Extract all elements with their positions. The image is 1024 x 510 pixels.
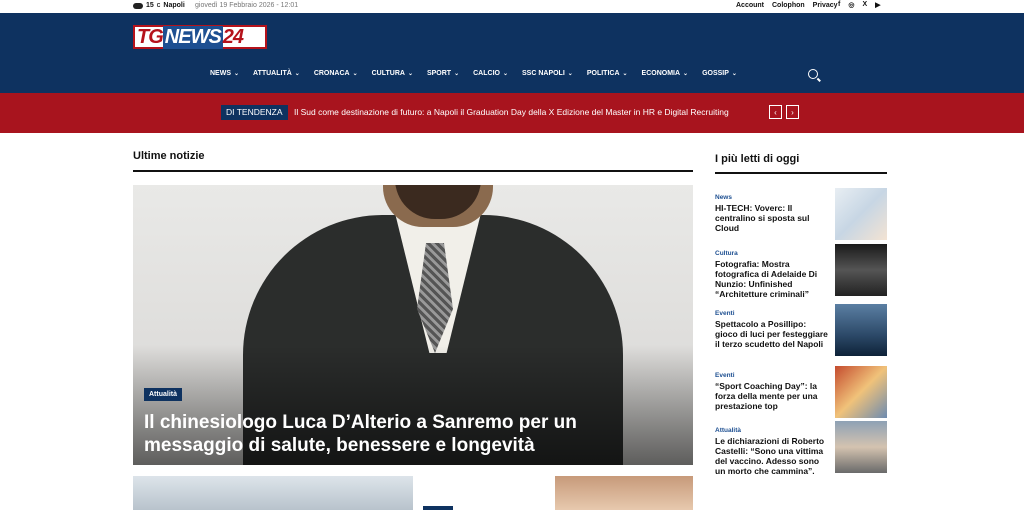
sidebar-article[interactable]: Cultura Fotografia: Mostra fotografica d…: [715, 244, 887, 304]
top-bar: 15 C Napoli giovedì 19 Febbraio 2026 - 1…: [0, 0, 1024, 13]
instagram-icon[interactable]: ◎: [848, 1, 854, 9]
nav-label: SSC NAPOLI: [522, 70, 565, 77]
logo-tg: TG: [137, 25, 164, 48]
article-thumbnail[interactable]: [133, 476, 413, 510]
top-links: Account Colophon Privacy: [736, 2, 838, 9]
chevron-down-icon: ⌄: [567, 71, 573, 77]
nav-item-economia[interactable]: ECONOMIA ⌄: [642, 70, 689, 77]
article-title[interactable]: “Sport Coaching Day”: la forza della men…: [715, 381, 831, 411]
hero-category-badge[interactable]: Attualità: [144, 388, 182, 401]
search-icon[interactable]: [808, 69, 818, 79]
article-thumbnail[interactable]: [835, 421, 887, 473]
site-header: TG NEWS 24 NEWS ⌄ ATTUALITÀ ⌄ CRONACA ⌄ CUL…: [0, 13, 1024, 93]
nav-label: ECONOMIA: [641, 70, 681, 77]
article-category[interactable]: Cultura: [715, 250, 738, 257]
nav-label: ATTUALITÀ: [253, 70, 292, 77]
article-thumbnail[interactable]: [835, 366, 887, 418]
trending-headline[interactable]: Il Sud come destinazione di futuro: a Na…: [294, 107, 729, 117]
nav-item-cultura[interactable]: CULTURA ⌄: [372, 70, 413, 77]
article-thumbnail[interactable]: [835, 244, 887, 296]
nav-item-politica[interactable]: POLITICA ⌄: [587, 70, 628, 77]
chevron-down-icon: ⌄: [502, 71, 508, 77]
nav-item-sport[interactable]: SPORT ⌄: [427, 70, 459, 77]
section-divider: [133, 170, 693, 172]
nav-item-cronaca[interactable]: CRONACA ⌄: [314, 70, 358, 77]
main-nav: NEWS ⌄ ATTUALITÀ ⌄ CRONACA ⌄ CULTURA ⌄ SPORT…: [210, 70, 751, 77]
weather-unit: C: [156, 2, 161, 9]
social-links: f ◎ X ▶: [838, 1, 881, 9]
nav-label: CULTURA: [371, 70, 405, 77]
chevron-down-icon: ⌄: [407, 71, 413, 77]
article-category[interactable]: Attualità: [715, 427, 741, 434]
article-title[interactable]: Le dichiarazioni di Roberto Castelli: “S…: [715, 436, 831, 476]
article-title[interactable]: Fotografia: Mostra fotografica di Adelai…: [715, 259, 831, 299]
sidebar-title: I più letti di oggi: [715, 153, 800, 165]
nav-label: NEWS: [210, 70, 231, 77]
article-thumbnail[interactable]: [835, 304, 887, 356]
logo-news: NEWS: [162, 25, 223, 49]
nav-item-ssc-napoli[interactable]: SSC NAPOLI ⌄: [522, 70, 573, 77]
trending-label: DI TENDENZA: [221, 105, 288, 120]
sidebar-article[interactable]: News HI-TECH: Voverc: Il centralino si s…: [715, 188, 887, 248]
x-icon[interactable]: X: [862, 1, 867, 9]
sidebar-article[interactable]: Attualità Le dichiarazioni di Roberto Ca…: [715, 421, 887, 481]
weather-city: Napoli: [163, 2, 185, 9]
cloud-icon: [133, 2, 143, 9]
facebook-icon[interactable]: f: [838, 1, 840, 9]
site-logo[interactable]: TG NEWS 24: [133, 25, 267, 49]
article-category[interactable]: News: [715, 194, 732, 201]
trending-prev-button[interactable]: ‹: [769, 105, 782, 119]
sidebar-divider: [715, 172, 887, 174]
article-title[interactable]: Spettacolo a Posillipo: gioco di luci pe…: [715, 319, 831, 349]
hero-headline[interactable]: Il chinesiologo Luca D’Alterio a Sanremo…: [144, 411, 664, 457]
weather-widget: 15 C Napoli: [133, 2, 185, 9]
logo-24: 24: [222, 25, 244, 48]
article-category[interactable]: Eventi: [715, 310, 735, 317]
nav-label: CALCIO: [473, 70, 500, 77]
account-link[interactable]: Account: [736, 2, 764, 9]
nav-label: CRONACA: [313, 70, 350, 77]
nav-label: POLITICA: [586, 70, 620, 77]
nav-label: SPORT: [426, 70, 452, 77]
chevron-down-icon: ⌄: [454, 71, 460, 77]
current-date: giovedì 19 Febbraio 2026 - 12:01: [195, 2, 299, 9]
chevron-down-icon: ⌄: [731, 71, 737, 77]
privacy-link[interactable]: Privacy: [813, 2, 838, 9]
article-thumbnail[interactable]: [555, 476, 693, 510]
sidebar-article[interactable]: Eventi “Sport Coaching Day”: la forza de…: [715, 366, 887, 426]
chevron-down-icon: ⌄: [622, 71, 628, 77]
weather-temp: 15: [146, 2, 154, 9]
nav-item-gossip[interactable]: GOSSIP ⌄: [702, 70, 737, 77]
article-title[interactable]: HI-TECH: Voverc: Il centralino si sposta…: [715, 203, 831, 233]
trending-next-button[interactable]: ›: [786, 105, 799, 119]
article-category[interactable]: Eventi: [715, 372, 735, 379]
nav-label: GOSSIP: [702, 70, 729, 77]
nav-item-calcio[interactable]: CALCIO ⌄: [473, 70, 508, 77]
chevron-down-icon: ⌄: [683, 71, 689, 77]
article-thumbnail[interactable]: [835, 188, 887, 240]
youtube-icon[interactable]: ▶: [875, 1, 880, 9]
chevron-down-icon: ⌄: [294, 71, 300, 77]
colophon-link[interactable]: Colophon: [772, 2, 805, 9]
nav-item-news[interactable]: NEWS ⌄: [210, 70, 239, 77]
chevron-down-icon: ⌄: [234, 71, 240, 77]
section-title-latest: Ultime notizie: [133, 150, 205, 162]
category-badge[interactable]: [423, 506, 453, 510]
sidebar-article[interactable]: Eventi Spettacolo a Posillipo: gioco di …: [715, 304, 887, 364]
nav-item-attualita[interactable]: ATTUALITÀ ⌄: [253, 70, 300, 77]
chevron-down-icon: ⌄: [352, 71, 358, 77]
